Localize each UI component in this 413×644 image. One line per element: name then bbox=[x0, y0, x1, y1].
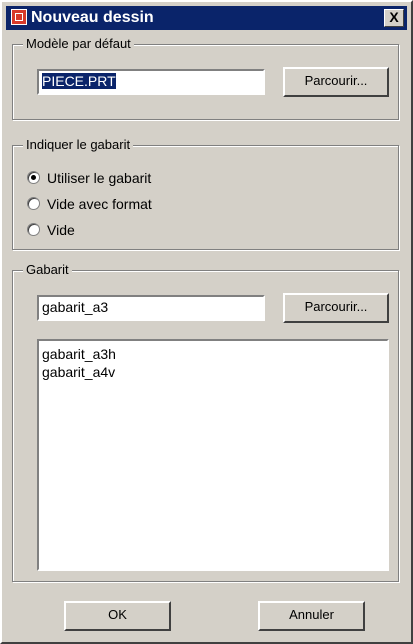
list-item[interactable]: gabarit_a3h bbox=[39, 341, 387, 363]
close-button[interactable]: X bbox=[384, 9, 404, 27]
title-bar[interactable]: Nouveau dessin X bbox=[6, 6, 407, 30]
cancel-button[interactable]: Annuler bbox=[258, 601, 365, 631]
default-model-group: Modèle par défaut PIECE.PRT Parcourir... bbox=[12, 36, 399, 120]
radio-button[interactable] bbox=[27, 223, 40, 236]
window-title: Nouveau dessin bbox=[31, 9, 154, 26]
list-item[interactable]: gabarit_a4v bbox=[39, 363, 387, 381]
template-list[interactable]: gabarit_a3h gabarit_a4v bbox=[37, 339, 389, 571]
radio-use-template-label: Utiliser le gabarit bbox=[47, 170, 152, 186]
default-model-field[interactable]: PIECE.PRT bbox=[37, 69, 265, 95]
template-option-group: Indiquer le gabarit Utiliser le gabarit … bbox=[12, 137, 399, 250]
template-option-group-label: Indiquer le gabarit bbox=[23, 137, 134, 153]
template-group-label: Gabarit bbox=[23, 262, 72, 278]
app-icon bbox=[11, 9, 27, 25]
radio-empty-with-format-label: Vide avec format bbox=[47, 196, 152, 212]
new-drawing-dialog: Nouveau dessin X Modèle par défaut PIECE… bbox=[0, 0, 413, 644]
default-model-value: PIECE.PRT bbox=[42, 73, 116, 89]
radio-empty-label: Vide bbox=[47, 222, 75, 238]
template-field[interactable]: gabarit_a3 bbox=[37, 295, 265, 321]
template-group: Gabarit gabarit_a3 Parcourir... gabarit_… bbox=[12, 262, 399, 582]
default-model-browse-button[interactable]: Parcourir... bbox=[283, 67, 389, 97]
template-browse-button[interactable]: Parcourir... bbox=[283, 293, 389, 323]
ok-button[interactable]: OK bbox=[64, 601, 171, 631]
default-model-group-label: Modèle par défaut bbox=[23, 36, 134, 52]
radio-button-checked[interactable] bbox=[27, 171, 40, 184]
radio-button[interactable] bbox=[27, 197, 40, 210]
